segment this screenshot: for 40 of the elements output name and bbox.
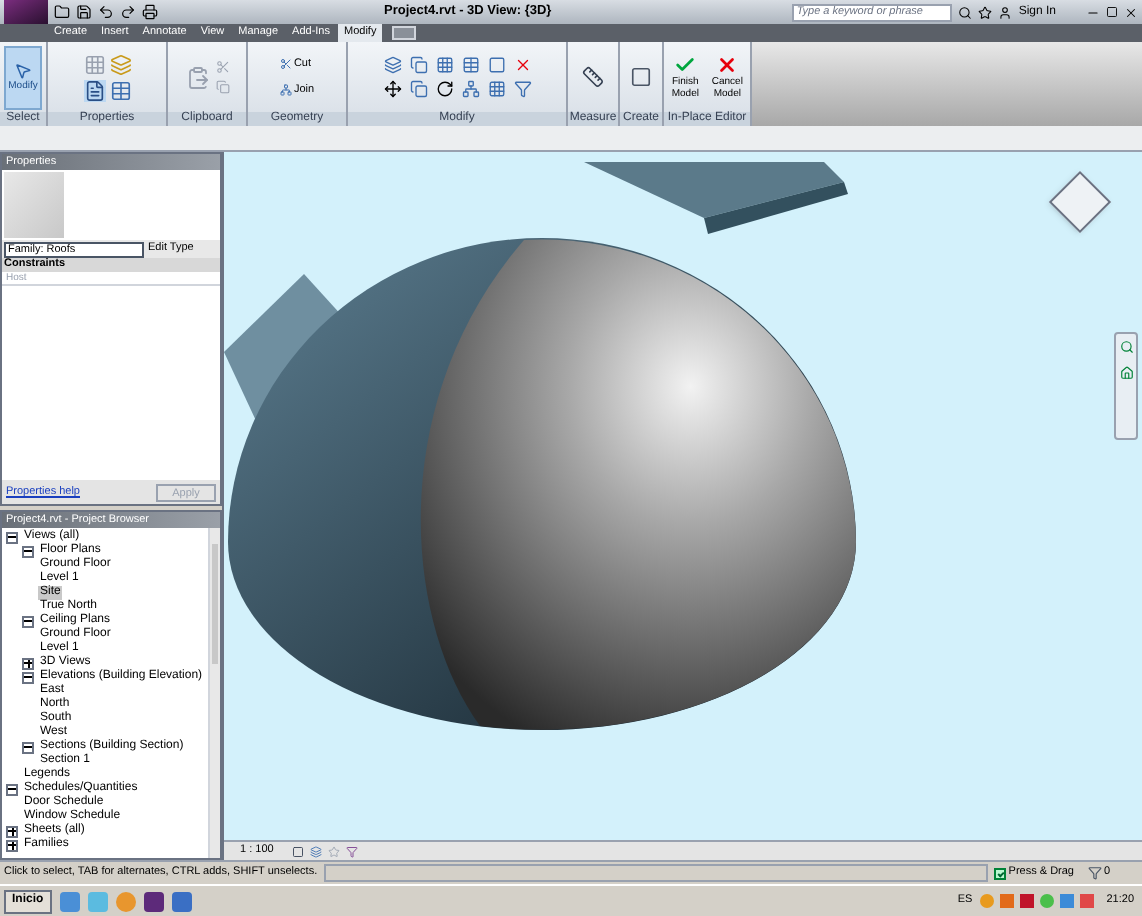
zoom-icon[interactable] <box>1119 340 1133 354</box>
user-icon[interactable] <box>998 5 1013 19</box>
close-icon[interactable] <box>1124 5 1138 19</box>
cut-icon <box>279 58 292 71</box>
collapse-toggle[interactable] <box>22 615 34 627</box>
collapse-toggle[interactable] <box>22 741 34 753</box>
3d-viewport[interactable] <box>224 152 1142 840</box>
collapse-toggle[interactable] <box>22 545 34 557</box>
check-icon <box>674 54 697 76</box>
expand-toggle[interactable] <box>6 839 18 851</box>
collapse-toggle[interactable] <box>22 671 34 683</box>
delete-icon[interactable] <box>513 56 531 74</box>
cancel-icon <box>716 54 739 76</box>
move-icon[interactable] <box>383 80 401 98</box>
search-icon[interactable] <box>958 5 973 19</box>
undo-icon[interactable] <box>98 4 114 20</box>
filter-icon[interactable] <box>1088 866 1102 880</box>
pointer-icon <box>14 62 32 80</box>
copy-icon[interactable] <box>409 80 427 98</box>
taskbar-app-icon[interactable] <box>171 891 192 911</box>
navigation-bar[interactable] <box>1114 332 1138 440</box>
taskbar-app-icon[interactable] <box>143 891 164 911</box>
collapse-toggle[interactable] <box>6 531 18 543</box>
expand-toggle[interactable] <box>22 657 34 669</box>
star-icon[interactable] <box>978 5 993 19</box>
press-drag-checkbox[interactable] <box>994 867 1007 879</box>
save-icon[interactable] <box>76 4 92 20</box>
scrollbar[interactable] <box>208 528 220 858</box>
table-icon[interactable] <box>109 79 131 101</box>
collapse-toggle[interactable] <box>6 783 18 795</box>
print-icon[interactable] <box>142 4 158 20</box>
open-icon[interactable] <box>54 4 70 20</box>
tab-options-button[interactable] <box>392 26 417 40</box>
expand-toggle[interactable] <box>6 825 18 837</box>
redo-icon[interactable] <box>120 4 136 20</box>
ruler-icon[interactable] <box>582 66 604 88</box>
properties-icon[interactable] <box>83 79 105 101</box>
maximize-icon[interactable] <box>1106 6 1118 18</box>
type-preview <box>4 172 64 238</box>
rotate-icon[interactable] <box>435 80 453 98</box>
